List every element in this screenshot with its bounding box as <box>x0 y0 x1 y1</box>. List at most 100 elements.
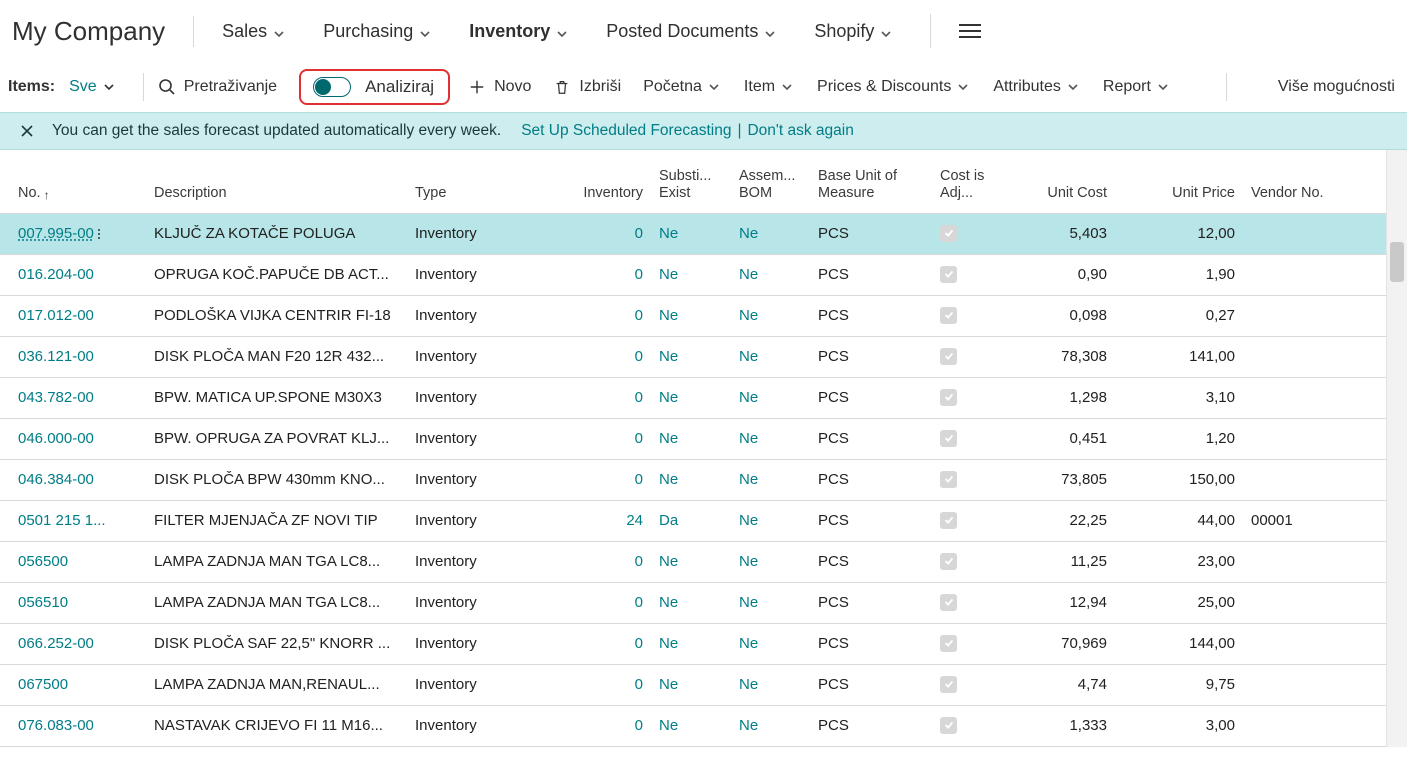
cell-substitutes-exist-link[interactable]: Ne <box>659 389 678 406</box>
col-type[interactable]: Type <box>407 168 569 203</box>
col-description[interactable]: Description <box>146 168 407 203</box>
cell-assembly-bom-link[interactable]: Ne <box>739 225 758 242</box>
menu-report[interactable]: Report <box>1103 78 1171 96</box>
menu-po-etna[interactable]: Početna <box>643 78 722 96</box>
table-row[interactable]: 0501 215 1...FILTER MJENJAČA ZF NOVI TIP… <box>0 501 1386 542</box>
col-cost-adjusted[interactable]: Cost is Adj... <box>932 168 1000 203</box>
table-row[interactable]: 076.083-00NASTAVAK CRIJEVO FI 11 M16...I… <box>0 706 1386 747</box>
cell-inventory-link[interactable]: 24 <box>626 512 643 529</box>
table-row[interactable]: 017.012-00PODLOŠKA VIJKA CENTRIR FI-18In… <box>0 296 1386 337</box>
cell-assembly-bom-link[interactable]: Ne <box>739 471 758 488</box>
cell-substitutes-exist-link[interactable]: Ne <box>659 635 678 652</box>
cell-assembly-bom-link[interactable]: Ne <box>739 676 758 693</box>
cell-assembly-bom-link[interactable]: Ne <box>739 307 758 324</box>
more-options-button[interactable]: Više mogućnosti <box>1278 78 1395 96</box>
cell-substitutes-exist-link[interactable]: Ne <box>659 471 678 488</box>
cell-substitutes-exist-link[interactable]: Da <box>659 512 678 529</box>
cell-assembly-bom-link[interactable]: Ne <box>739 717 758 734</box>
table-row[interactable]: 036.121-00DISK PLOČA MAN F20 12R 432...I… <box>0 337 1386 378</box>
col-unit-price[interactable]: Unit Price <box>1115 168 1243 203</box>
vertical-scrollbar[interactable] <box>1386 150 1407 747</box>
cell-inventory-link[interactable]: 0 <box>635 676 643 693</box>
table-row[interactable]: 067500LAMPA ZADNJA MAN,RENAUL...Inventor… <box>0 665 1386 706</box>
view-filter-dropdown[interactable]: Sve <box>69 78 117 96</box>
item-no-link[interactable]: 016.204-00 <box>18 266 94 283</box>
cell-inventory-link[interactable]: 0 <box>635 389 643 406</box>
col-assembly-bom[interactable]: Assem... BOM <box>731 168 810 203</box>
item-no-link[interactable]: 017.012-00 <box>18 307 94 324</box>
cell-inventory-link[interactable]: 0 <box>635 553 643 570</box>
item-no-link[interactable]: 056510 <box>18 594 68 611</box>
table-row[interactable]: 056510LAMPA ZADNJA MAN TGA LC8...Invento… <box>0 583 1386 624</box>
analyze-toggle[interactable]: Analiziraj <box>299 69 450 105</box>
col-vendor-no[interactable]: Vendor No. <box>1243 168 1371 203</box>
table-row[interactable]: 007.995-00KLJUČ ZA KOTAČE POLUGAInventor… <box>0 214 1386 255</box>
table-row[interactable]: 043.782-00BPW. MATICA UP.SPONE M30X3Inve… <box>0 378 1386 419</box>
menu-item[interactable]: Item <box>744 78 795 96</box>
cell-assembly-bom-link[interactable]: Ne <box>739 635 758 652</box>
cell-substitutes-exist-link[interactable]: Ne <box>659 594 678 611</box>
item-no-link[interactable]: 0501 215 1... <box>18 512 106 529</box>
cell-assembly-bom-link[interactable]: Ne <box>739 512 758 529</box>
table-row[interactable]: 046.000-00BPW. OPRUGA ZA POVRAT KLJ...In… <box>0 419 1386 460</box>
cell-substitutes-exist-link[interactable]: Ne <box>659 348 678 365</box>
cell-inventory-link[interactable]: 0 <box>635 266 643 283</box>
table-row[interactable]: 066.252-00DISK PLOČA SAF 22,5" KNORR ...… <box>0 624 1386 665</box>
table-row[interactable]: 056500LAMPA ZADNJA MAN TGA LC8...Invento… <box>0 542 1386 583</box>
cell-inventory-link[interactable]: 0 <box>635 225 643 242</box>
nav-item-inventory[interactable]: Inventory <box>469 21 570 42</box>
cell-substitutes-exist-link[interactable]: Ne <box>659 430 678 447</box>
cell-inventory-link[interactable]: 0 <box>635 430 643 447</box>
item-no-link[interactable]: 043.782-00 <box>18 389 94 406</box>
cell-assembly-bom-link[interactable]: Ne <box>739 553 758 570</box>
cell-inventory-link[interactable]: 0 <box>635 471 643 488</box>
cell-substitutes-exist-link[interactable]: Ne <box>659 717 678 734</box>
cell-substitutes-exist-link[interactable]: Ne <box>659 553 678 570</box>
col-inventory[interactable]: Inventory <box>569 168 651 203</box>
uom-value[interactable]: PCS <box>818 225 849 242</box>
close-icon[interactable] <box>14 118 40 144</box>
menu-attributes[interactable]: Attributes <box>993 78 1081 96</box>
cell-inventory-link[interactable]: 0 <box>635 594 643 611</box>
cell-assembly-bom-link[interactable]: Ne <box>739 430 758 447</box>
item-no-link[interactable]: 046.384-00 <box>18 471 94 488</box>
cell-inventory-link[interactable]: 0 <box>635 635 643 652</box>
scroll-thumb[interactable] <box>1390 242 1404 282</box>
table-row[interactable]: 046.384-00DISK PLOČA BPW 430mm KNO...Inv… <box>0 460 1386 501</box>
cell-assembly-bom-link[interactable]: Ne <box>739 266 758 283</box>
cell-substitutes-exist-link[interactable]: Ne <box>659 676 678 693</box>
cell-inventory-link[interactable]: 0 <box>635 307 643 324</box>
nav-item-sales[interactable]: Sales <box>222 21 287 42</box>
col-no[interactable]: No.↑ <box>0 168 146 203</box>
menu-prices-discounts[interactable]: Prices & Discounts <box>817 78 971 96</box>
nav-item-purchasing[interactable]: Purchasing <box>323 21 433 42</box>
cell-inventory-link[interactable]: 0 <box>635 348 643 365</box>
row-kebab-icon[interactable] <box>98 229 104 239</box>
new-action[interactable]: Novo <box>468 78 531 96</box>
cell-assembly-bom-link[interactable]: Ne <box>739 594 758 611</box>
col-unit-cost[interactable]: Unit Cost <box>1000 168 1115 203</box>
nav-item-shopify[interactable]: Shopify <box>814 21 894 42</box>
nav-item-posted-documents[interactable]: Posted Documents <box>606 21 778 42</box>
col-substitutes[interactable]: Substi... Exist <box>651 168 731 203</box>
delete-action[interactable]: Izbriši <box>553 78 621 96</box>
banner-link-dismiss[interactable]: Don't ask again <box>747 122 853 140</box>
cell-substitutes-exist-link[interactable]: Ne <box>659 307 678 324</box>
item-no-link[interactable]: 036.121-00 <box>18 348 94 365</box>
banner-link-setup[interactable]: Set Up Scheduled Forecasting <box>521 122 731 140</box>
table-row[interactable]: 016.204-00OPRUGA KOČ.PAPUČE DB ACT...Inv… <box>0 255 1386 296</box>
cell-substitutes-exist-link[interactable]: Ne <box>659 266 678 283</box>
hamburger-icon[interactable] <box>959 20 981 42</box>
cell-substitutes-exist-link[interactable]: Ne <box>659 225 678 242</box>
cell-inventory-link[interactable]: 0 <box>635 717 643 734</box>
item-no-link[interactable]: 056500 <box>18 553 68 570</box>
search-action[interactable]: Pretraživanje <box>158 78 277 96</box>
item-no-link[interactable]: 046.000-00 <box>18 430 94 447</box>
cell-assembly-bom-link[interactable]: Ne <box>739 348 758 365</box>
company-name[interactable]: My Company <box>12 16 194 47</box>
col-base-uom[interactable]: Base Unit of Measure <box>810 168 932 203</box>
item-no-link[interactable]: 067500 <box>18 676 68 693</box>
item-no-link[interactable]: 007.995-00 <box>18 225 94 242</box>
item-no-link[interactable]: 066.252-00 <box>18 635 94 652</box>
cell-assembly-bom-link[interactable]: Ne <box>739 389 758 406</box>
